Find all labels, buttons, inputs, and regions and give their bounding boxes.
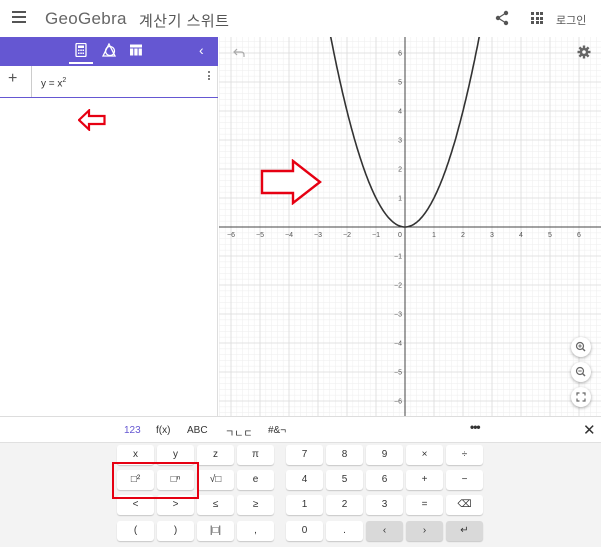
y-tick-label: −4 bbox=[394, 341, 402, 348]
apps-grid-icon[interactable] bbox=[531, 12, 543, 24]
x-tick-label: −3 bbox=[314, 232, 322, 239]
y-tick-label: 3 bbox=[398, 138, 402, 145]
expression-y-equals-x-squared[interactable]: y = x2 bbox=[41, 77, 66, 89]
tab-123[interactable]: 123 bbox=[124, 425, 141, 436]
key-sqrt[interactable]: √□ bbox=[197, 470, 234, 490]
x-tick-label: −6 bbox=[227, 232, 235, 239]
more-icon[interactable]: ••• bbox=[470, 420, 481, 434]
key-minus[interactable]: − bbox=[446, 470, 483, 490]
annotation-highlight-box bbox=[112, 462, 199, 499]
graph-canvas[interactable]: −6 −5 −4 −3 −2 −1 0 1 2 3 4 5 6 6 5 4 3 2 1 −1 −2 −3 −4 −5 −6 bbox=[219, 37, 601, 416]
key-0[interactable]: 0 bbox=[286, 521, 323, 541]
y-tick-label: −1 bbox=[394, 254, 402, 261]
divider bbox=[31, 66, 32, 97]
key-backspace[interactable]: ⌫ bbox=[446, 495, 483, 515]
key-4[interactable]: 4 bbox=[286, 470, 323, 490]
close-icon[interactable]: ✕ bbox=[583, 421, 596, 439]
key-enter[interactable]: ↵ bbox=[446, 521, 483, 541]
x-tick-label: 3 bbox=[490, 232, 494, 239]
y-tick-label: 2 bbox=[398, 167, 402, 174]
y-tick-label: 5 bbox=[398, 80, 402, 87]
zoom-in-button[interactable] bbox=[571, 337, 591, 357]
y-tick-label: −6 bbox=[394, 399, 402, 406]
key-9[interactable]: 9 bbox=[366, 445, 403, 465]
calculator-icon[interactable] bbox=[74, 43, 88, 57]
undo-icon[interactable] bbox=[233, 48, 245, 58]
key-divide[interactable]: ÷ bbox=[446, 445, 483, 465]
key-5[interactable]: 5 bbox=[326, 470, 363, 490]
key-8[interactable]: 8 bbox=[326, 445, 363, 465]
login-button[interactable]: 로그인 bbox=[556, 12, 586, 28]
key-times[interactable]: × bbox=[406, 445, 443, 465]
x-tick-label: 2 bbox=[461, 232, 465, 239]
key-left-paren[interactable]: ( bbox=[117, 521, 154, 541]
gear-icon[interactable] bbox=[577, 45, 591, 59]
tab-korean[interactable]: ㄱㄴㄷ bbox=[225, 425, 253, 440]
x-tick-label: −4 bbox=[285, 232, 293, 239]
geometry-icon[interactable] bbox=[102, 43, 116, 57]
add-item-button[interactable]: + bbox=[8, 70, 17, 88]
tab-abc[interactable]: ABC bbox=[187, 425, 208, 436]
app: GeoGebra 계산기 스위트 로그인 ‹ + y = x2 −6 −5 −4… bbox=[0, 0, 601, 547]
key-greater-equal[interactable]: ≥ bbox=[237, 495, 274, 515]
table-icon[interactable] bbox=[129, 43, 143, 57]
active-tab-underline bbox=[69, 62, 93, 64]
annotation-arrow-left bbox=[78, 109, 106, 131]
key-3[interactable]: 3 bbox=[366, 495, 403, 515]
more-options-icon[interactable] bbox=[208, 71, 211, 82]
app-title: 계산기 스위트 bbox=[139, 13, 230, 30]
key-7[interactable]: 7 bbox=[286, 445, 323, 465]
key-6[interactable]: 6 bbox=[366, 470, 403, 490]
y-tick-label: 6 bbox=[398, 51, 402, 58]
key-dot[interactable]: . bbox=[326, 521, 363, 541]
x-tick-label: 0 bbox=[398, 232, 402, 239]
x-tick-label: −1 bbox=[372, 232, 380, 239]
collapse-panel-button[interactable]: ‹ bbox=[199, 42, 211, 58]
tab-functions[interactable]: f(x) bbox=[156, 425, 170, 436]
y-tick-label: −2 bbox=[394, 283, 402, 290]
logo: GeoGebra bbox=[45, 9, 127, 28]
fullscreen-icon bbox=[576, 392, 586, 402]
key-left-arrow[interactable]: ‹ bbox=[366, 521, 403, 541]
menu-icon[interactable] bbox=[12, 11, 26, 25]
algebra-input-row[interactable]: + y = x2 bbox=[0, 66, 218, 98]
x-tick-label: 5 bbox=[548, 232, 552, 239]
key-2[interactable]: 2 bbox=[326, 495, 363, 515]
y-tick-label: 4 bbox=[398, 109, 402, 116]
share-icon[interactable] bbox=[495, 10, 509, 26]
header: GeoGebra 계산기 스위트 로그인 bbox=[0, 0, 601, 37]
x-tick-label: 6 bbox=[577, 232, 581, 239]
annotation-arrow-right bbox=[260, 159, 322, 205]
key-abs[interactable]: |□| bbox=[197, 521, 234, 541]
keyboard-tabs: 123 f(x) ABC ㄱㄴㄷ #&¬ ••• ✕ bbox=[0, 417, 601, 443]
fullscreen-button[interactable] bbox=[571, 387, 591, 407]
key-right-arrow[interactable]: › bbox=[406, 521, 443, 541]
key-1[interactable]: 1 bbox=[286, 495, 323, 515]
key-comma[interactable]: , bbox=[237, 521, 274, 541]
key-z[interactable]: z bbox=[197, 445, 234, 465]
algebra-panel: ‹ + y = x2 bbox=[0, 37, 218, 416]
key-right-paren[interactable]: ) bbox=[157, 521, 194, 541]
x-tick-label: 4 bbox=[519, 232, 523, 239]
zoom-in-icon bbox=[575, 341, 586, 352]
tab-symbols[interactable]: #&¬ bbox=[268, 425, 286, 436]
y-tick-label: −5 bbox=[394, 370, 402, 377]
graphics-view[interactable]: −6 −5 −4 −3 −2 −1 0 1 2 3 4 5 6 6 5 4 3 2 1 −1 −2 −3 −4 −5 −6 bbox=[219, 37, 601, 416]
key-pi[interactable]: π bbox=[237, 445, 274, 465]
key-less-equal[interactable]: ≤ bbox=[197, 495, 234, 515]
algebra-toolbar: ‹ bbox=[0, 37, 218, 66]
x-tick-label: 1 bbox=[432, 232, 436, 239]
key-equals[interactable]: = bbox=[406, 495, 443, 515]
virtual-keyboard: 123 f(x) ABC ㄱㄴㄷ #&¬ ••• ✕ x y z π 7 8 9 × ÷ □² □ⁿ… bbox=[0, 416, 601, 547]
y-tick-label: −3 bbox=[394, 312, 402, 319]
key-plus[interactable]: + bbox=[406, 470, 443, 490]
zoom-out-icon bbox=[575, 366, 586, 377]
key-e[interactable]: e bbox=[237, 470, 274, 490]
zoom-out-button[interactable] bbox=[571, 362, 591, 382]
x-tick-label: −2 bbox=[343, 232, 351, 239]
y-tick-label: 1 bbox=[398, 196, 402, 203]
x-tick-label: −5 bbox=[256, 232, 264, 239]
